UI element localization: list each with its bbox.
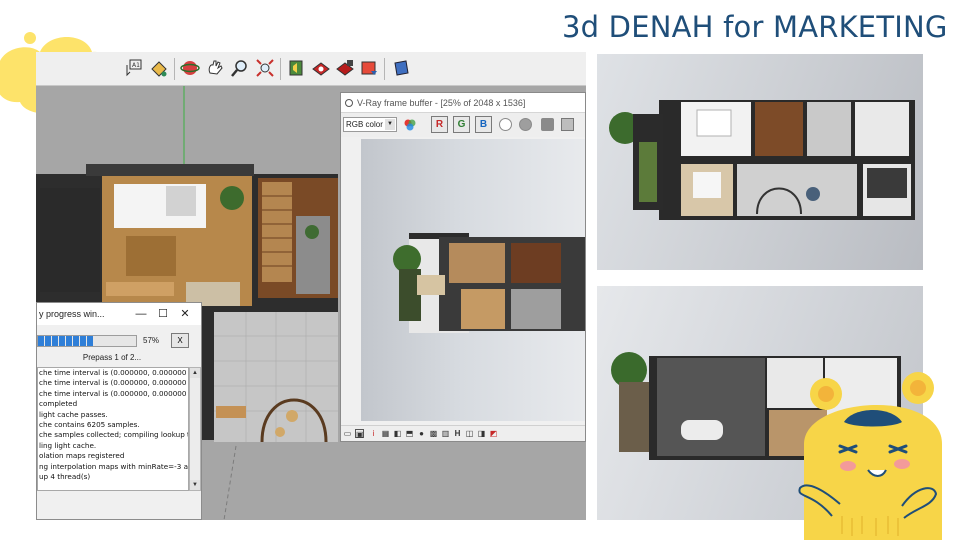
log-line: olation maps registered <box>39 451 125 461</box>
vray-logo-icon <box>345 99 353 107</box>
progress-bar-fill <box>38 336 94 346</box>
log-line: up 4 thread(s) <box>39 472 91 482</box>
log-scrollbar[interactable]: ▲ ▼ <box>189 367 201 491</box>
log-line: che samples collected; compiling lookup … <box>39 430 189 440</box>
component-icon[interactable] <box>390 57 412 79</box>
green-channel-button[interactable]: G <box>453 116 470 133</box>
info-icon[interactable]: i <box>369 429 378 438</box>
vfb-title-bar[interactable]: V-Ray frame buffer - [25% of 2048 x 1536… <box>341 93 585 113</box>
scroll-down-icon[interactable]: ▼ <box>190 480 200 490</box>
red-channel-button[interactable]: R <box>431 116 448 133</box>
compare-icon[interactable]: ◫ <box>465 429 474 438</box>
zoom-extents-icon[interactable] <box>254 57 276 79</box>
flip-icon[interactable]: ◩ <box>489 429 498 438</box>
region-render-icon[interactable]: ▣ <box>355 429 364 439</box>
channel-select-value: RGB color <box>346 120 383 129</box>
monochrome-icon[interactable] <box>519 118 532 131</box>
save-image-icon[interactable] <box>541 118 554 131</box>
log-line: che time interval is (0.000000, 0.000000 <box>39 368 187 377</box>
text-tool-icon[interactable]: A1 <box>122 57 144 79</box>
orbit-icon[interactable] <box>179 57 201 79</box>
svg-text:A1: A1 <box>132 62 140 69</box>
render-preview-image <box>361 139 585 421</box>
pan-icon[interactable] <box>204 57 226 79</box>
vfb-toolbar: RGB color ▼ R G B <box>341 113 585 137</box>
slide-title: 3d DENAH for MARKETING <box>562 10 948 44</box>
progress-title-text: y progress win... <box>39 309 105 319</box>
progress-pass-label: Prepass 1 of 2... <box>82 353 142 362</box>
maximize-button[interactable]: ☐ <box>155 306 171 322</box>
progress-log[interactable]: che time interval is (0.000000, 0.000000… <box>37 367 189 491</box>
vray-frame-buffer-window: V-Ray frame buffer - [25% of 2048 x 1536… <box>340 92 586 442</box>
zoom-icon[interactable] <box>229 57 251 79</box>
hdr-icon[interactable]: H <box>453 429 462 438</box>
minimize-button[interactable]: — <box>133 306 149 322</box>
scroll-up-icon[interactable]: ▲ <box>190 368 200 378</box>
vray-frame-buffer-icon[interactable] <box>358 57 380 79</box>
close-button[interactable]: ✕ <box>177 306 193 322</box>
color-correction-icon[interactable]: ⬒ <box>405 429 414 438</box>
log-line: light cache passes. <box>39 409 108 419</box>
blue-channel-button[interactable]: B <box>475 116 492 133</box>
log-line: che time interval is (0.000000, 0.000000 <box>39 378 187 388</box>
render-top-view-1 <box>597 54 923 270</box>
histogram-icon[interactable]: ▥ <box>441 429 450 438</box>
stamp-icon[interactable]: ◧ <box>393 429 402 438</box>
log-line: che time interval is (0.000000, 0.000000 <box>39 388 187 398</box>
vfb-title-text: V-Ray frame buffer - [25% of 2048 x 1536… <box>357 98 526 108</box>
progress-title-bar[interactable]: y progress win... — ☐ ✕ <box>37 303 201 325</box>
previous-view-icon[interactable] <box>285 57 307 79</box>
lens-effects-icon[interactable]: ● <box>417 429 426 438</box>
progress-bar <box>37 335 137 347</box>
paint-bucket-icon[interactable] <box>148 57 170 79</box>
vfb-status-toolbar: ▭ ▣ i ▦ ◧ ⬒ ● ▩ ▥ H ◫ ◨ ◩ <box>341 425 585 441</box>
alpha-channel-icon[interactable] <box>499 118 512 131</box>
chevron-down-icon[interactable]: ▼ <box>385 119 395 130</box>
sketchup-toolbar: A1 <box>36 52 586 86</box>
pixel-info-icon[interactable]: ▦ <box>381 429 390 438</box>
vray-render-icon[interactable] <box>310 57 332 79</box>
log-line: ling light cache. <box>39 440 97 450</box>
log-line: ng interpolation maps with minRate=-3 a <box>39 461 189 471</box>
history-icon[interactable]: ▭ <box>343 429 352 438</box>
copy-image-icon[interactable] <box>561 118 574 131</box>
bear-mascot-illustration <box>798 372 942 540</box>
lut-icon[interactable]: ▩ <box>429 429 438 438</box>
log-line: completed <box>39 399 78 409</box>
render-progress-window: y progress win... — ☐ ✕ 57% X Prepass 1 … <box>36 302 202 520</box>
cancel-render-button[interactable]: X <box>171 333 189 348</box>
exposure-icon[interactable]: ◨ <box>477 429 486 438</box>
color-channels-icon[interactable] <box>403 118 417 132</box>
progress-percent: 57% <box>143 336 160 345</box>
log-line: che contains 6205 samples. <box>39 420 140 430</box>
channel-select[interactable]: RGB color ▼ <box>343 117 397 132</box>
vray-interactive-icon[interactable] <box>334 57 356 79</box>
